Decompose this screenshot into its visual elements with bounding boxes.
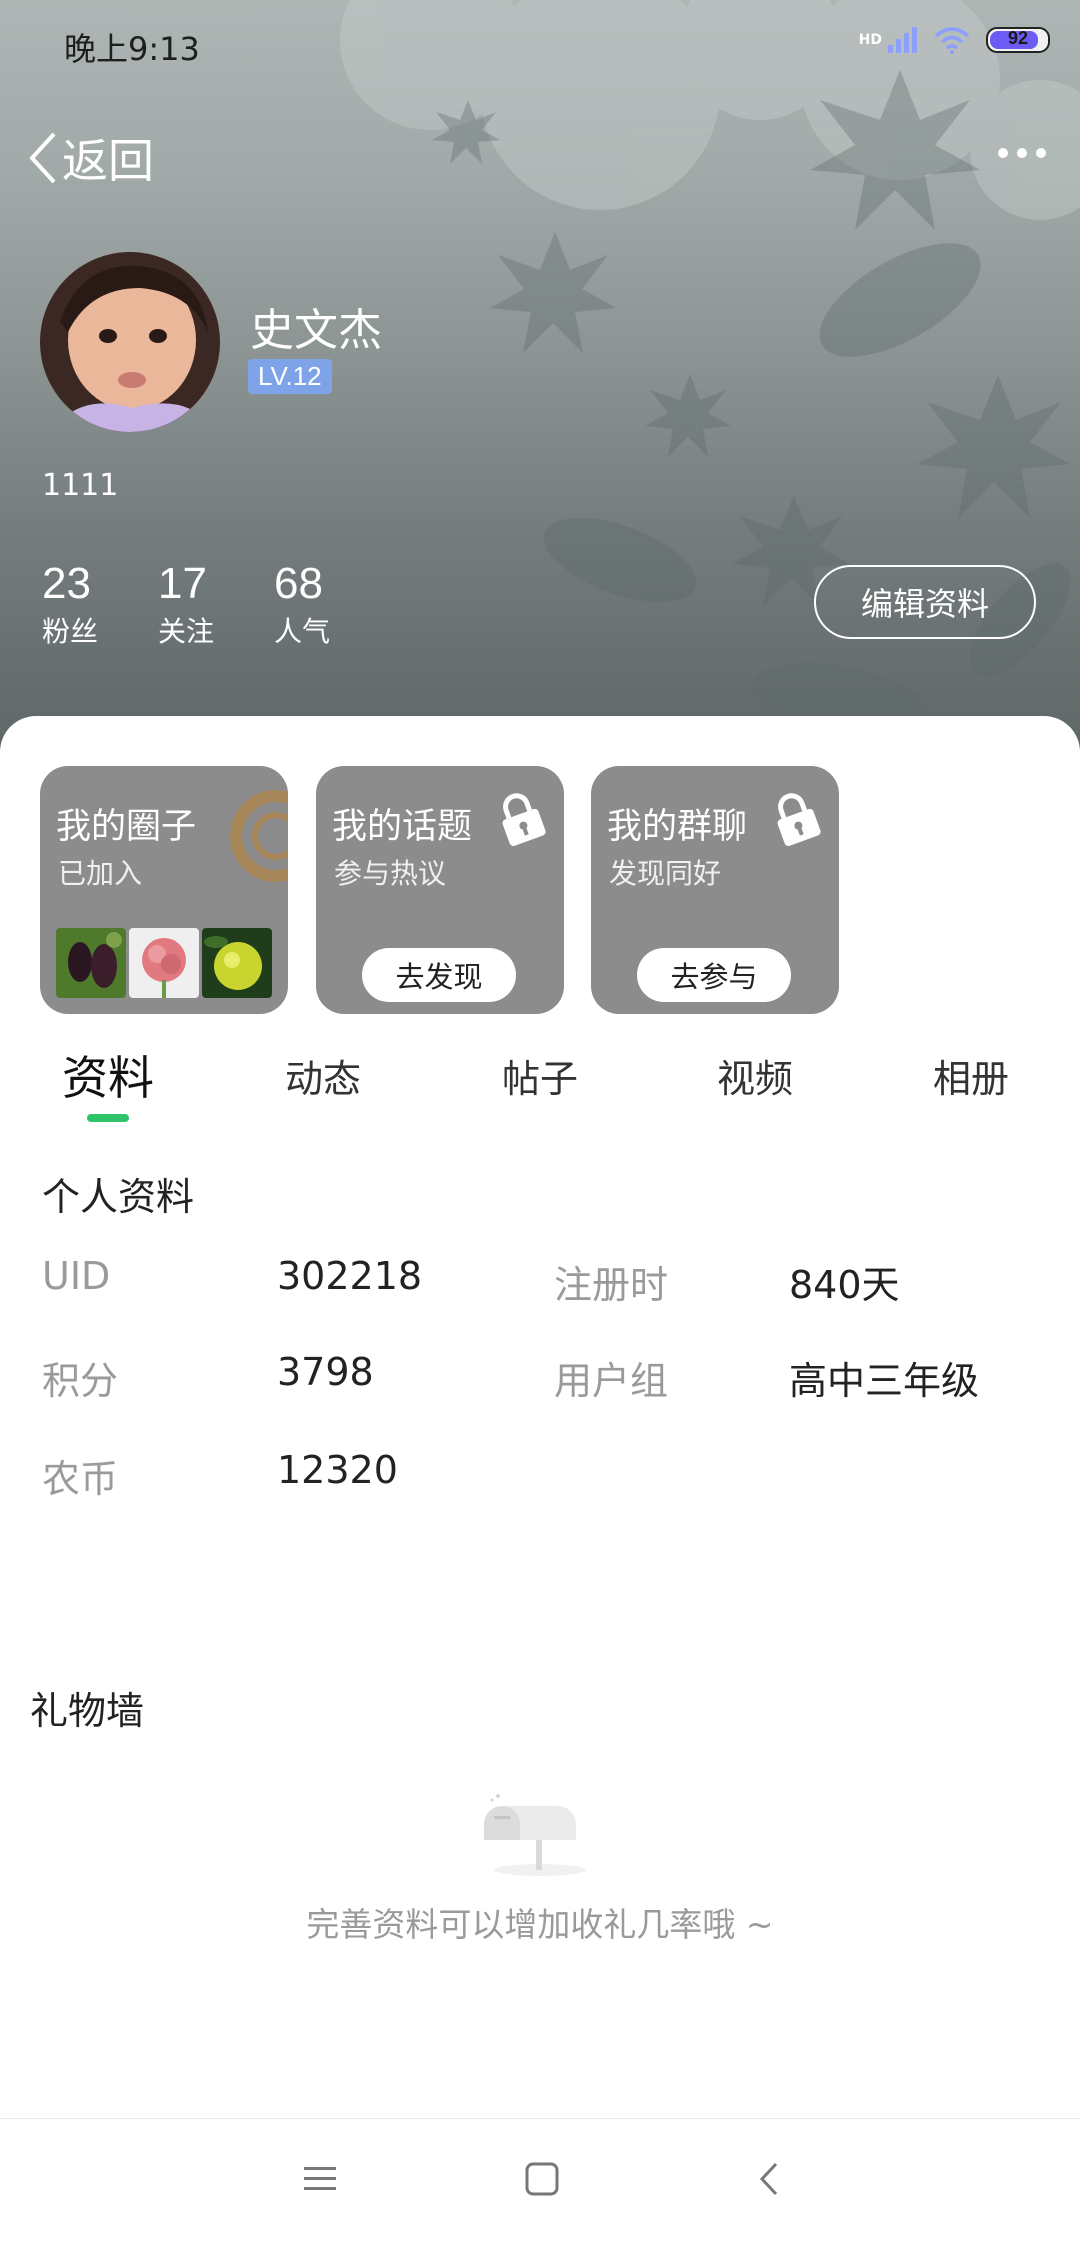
info-value-user-group: 高中三年级	[789, 1359, 980, 1403]
info-value-uid: 302218	[277, 1254, 423, 1298]
card-my-topics[interactable]: 我的话题 参与热议 去发现	[316, 766, 564, 1014]
status-time: 晚上9:13	[64, 30, 200, 68]
more-dot-icon	[998, 148, 1008, 158]
menu-icon[interactable]	[302, 2161, 338, 2197]
stat-fans[interactable]: 23 粉丝	[42, 556, 98, 652]
tab-activity[interactable]: 动态	[285, 1048, 361, 1103]
tab-active-indicator	[87, 1114, 129, 1122]
status-icons: HD 92	[859, 26, 1050, 54]
empty-mailbox-icon	[484, 1794, 586, 1876]
tab-album[interactable]: 相册	[933, 1048, 1009, 1103]
battery-icon: 92	[986, 27, 1050, 53]
lock-icon	[777, 793, 821, 846]
mulberry-image	[56, 928, 126, 998]
more-dot-icon	[1036, 148, 1046, 158]
card-title: 我的群聊	[607, 807, 748, 847]
stat-label: 粉丝	[42, 615, 99, 648]
circle-thumbnail[interactable]	[129, 928, 199, 998]
battery-level: 92	[1007, 28, 1029, 48]
avatar[interactable]	[40, 252, 220, 432]
info-label-points: 积分	[42, 1359, 119, 1403]
wifi-icon	[934, 27, 970, 54]
lock-icon	[502, 793, 546, 846]
card-title: 我的圈子	[56, 807, 197, 847]
discover-button[interactable]: 去发现	[362, 948, 516, 1002]
personal-info-title: 个人资料	[42, 1175, 195, 1219]
edit-profile-button[interactable]: 编辑资料	[814, 565, 1036, 639]
join-button[interactable]: 去参与	[637, 948, 791, 1002]
tab-videos[interactable]: 视频	[717, 1048, 793, 1103]
system-navigation-bar	[0, 2118, 1080, 2249]
info-label-uid: UID	[42, 1254, 111, 1298]
card-subtitle: 参与热议	[334, 857, 447, 890]
stat-label: 关注	[158, 615, 215, 648]
signal-icon	[888, 27, 917, 53]
card-my-circles[interactable]: 我的圈子 已加入	[40, 766, 288, 1014]
user-signature: 1111	[42, 468, 119, 503]
circle-thumbnails	[56, 928, 272, 998]
network-type: HD	[858, 32, 882, 48]
more-options-button[interactable]	[998, 148, 1046, 158]
user-name: 史文杰	[250, 305, 382, 356]
level-badge: LV.12	[248, 359, 332, 394]
stat-value: 17	[158, 559, 207, 608]
info-label-coins: 农币	[42, 1457, 119, 1501]
stat-popularity[interactable]: 68 人气	[274, 556, 330, 652]
info-value-registered: 840天	[789, 1263, 900, 1307]
carnation-image	[129, 928, 199, 998]
gift-wall-empty-text: 完善资料可以增加收礼几率哦 ~	[306, 1905, 774, 1944]
back-nav-icon[interactable]	[752, 2161, 788, 2197]
card-my-groups[interactable]: 我的群聊 发现同好 去参与	[591, 766, 839, 1014]
back-label: 返回	[62, 134, 154, 188]
avatar-image	[40, 252, 220, 432]
info-label-registered: 注册时	[554, 1263, 669, 1307]
card-subtitle: 已加入	[58, 857, 143, 890]
circle-thumbnail[interactable]	[56, 928, 126, 998]
back-button[interactable]: 返回	[26, 125, 154, 191]
stat-label: 人气	[274, 615, 331, 648]
citrus-image	[202, 928, 272, 998]
card-title: 我的话题	[332, 807, 473, 847]
tab-posts[interactable]: 帖子	[502, 1048, 578, 1103]
info-label-user-group: 用户组	[554, 1359, 669, 1403]
gift-wall-title: 礼物墙	[30, 1689, 145, 1733]
info-value-points: 3798	[277, 1350, 374, 1394]
circle-thumbnail[interactable]	[202, 928, 272, 998]
stat-value: 23	[42, 559, 91, 608]
more-dot-icon	[1017, 148, 1027, 158]
tab-profile[interactable]: 资料	[62, 1042, 154, 1108]
stat-following[interactable]: 17 关注	[158, 556, 214, 652]
stat-value: 68	[274, 559, 323, 608]
chevron-left-icon	[29, 132, 56, 184]
info-value-coins: 12320	[277, 1448, 398, 1492]
home-icon[interactable]	[524, 2161, 560, 2197]
card-subtitle: 发现同好	[609, 857, 722, 890]
